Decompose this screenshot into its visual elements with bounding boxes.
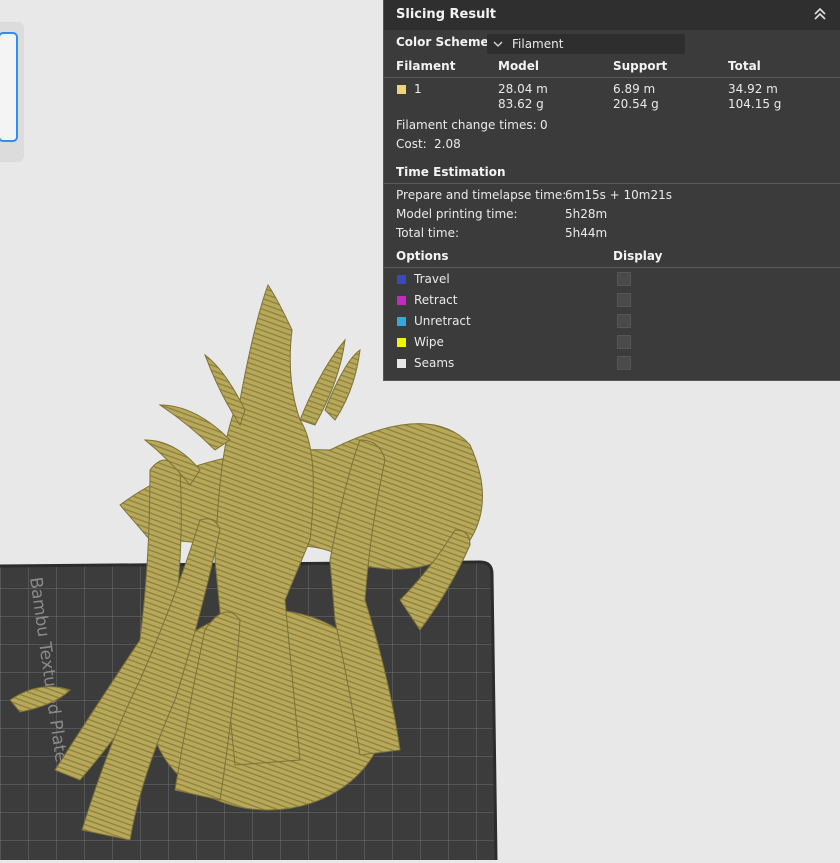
filament-change-value: 0 (540, 118, 548, 132)
option-label-travel: Travel (414, 272, 450, 286)
model-length: 28.04 m (498, 82, 548, 96)
options-header: Options (396, 249, 449, 263)
retract-color-swatch (397, 296, 406, 305)
time-divider (384, 183, 840, 184)
table-divider (384, 77, 840, 78)
option-label-wipe: Wipe (414, 335, 444, 349)
unretract-display-checkbox[interactable] (617, 314, 631, 328)
support-weight: 20.54 g (613, 97, 659, 111)
filament-id: 1 (414, 82, 422, 96)
color-scheme-value: Filament (512, 37, 564, 51)
model-print-time-label: Model printing time: (396, 207, 518, 221)
panel-title: Slicing Result (396, 7, 497, 22)
seams-color-swatch (397, 359, 406, 368)
total-weight: 104.15 g (728, 97, 782, 111)
options-divider (384, 267, 840, 268)
cost-label: Cost: (396, 137, 427, 151)
travel-color-swatch (397, 275, 406, 284)
toolbar-selected-button[interactable] (0, 32, 18, 142)
wipe-display-checkbox[interactable] (617, 335, 631, 349)
total-time-label: Total time: (396, 226, 459, 240)
filament-color-swatch (397, 85, 406, 94)
col-header-total: Total (728, 59, 761, 73)
prepare-time-label: Prepare and timelapse time: (396, 188, 567, 202)
total-time-value: 5h44m (565, 226, 608, 240)
col-header-filament: Filament (396, 59, 456, 73)
model-weight: 83.62 g (498, 97, 544, 111)
total-length: 34.92 m (728, 82, 778, 96)
col-header-support: Support (613, 59, 668, 73)
retract-display-checkbox[interactable] (617, 293, 631, 307)
collapse-icon[interactable] (812, 6, 828, 22)
panel-title-bar: Slicing Result (384, 0, 840, 30)
seams-display-checkbox[interactable] (617, 356, 631, 370)
prepare-time-value: 6m15s + 10m21s (565, 188, 673, 202)
model-print-time-value: 5h28m (565, 207, 608, 221)
color-scheme-dropdown[interactable]: Filament (487, 34, 685, 54)
color-scheme-label: Color Scheme (396, 35, 489, 49)
support-length: 6.89 m (613, 82, 656, 96)
slicing-result-panel: Slicing Result Color Scheme Filament Fil… (383, 0, 840, 381)
filament-change-label: Filament change times: (396, 118, 537, 132)
cost-value: 2.08 (434, 137, 461, 151)
chevron-down-icon (493, 41, 503, 47)
display-header: Display (613, 249, 663, 263)
option-label-retract: Retract (414, 293, 458, 307)
col-header-model: Model (498, 59, 540, 73)
time-estimation-title: Time Estimation (396, 165, 506, 179)
travel-display-checkbox[interactable] (617, 272, 631, 286)
option-label-seams: Seams (414, 356, 455, 370)
option-label-unretract: Unretract (414, 314, 471, 328)
wipe-color-swatch (397, 338, 406, 347)
left-toolbar (0, 22, 24, 162)
unretract-color-swatch (397, 317, 406, 326)
